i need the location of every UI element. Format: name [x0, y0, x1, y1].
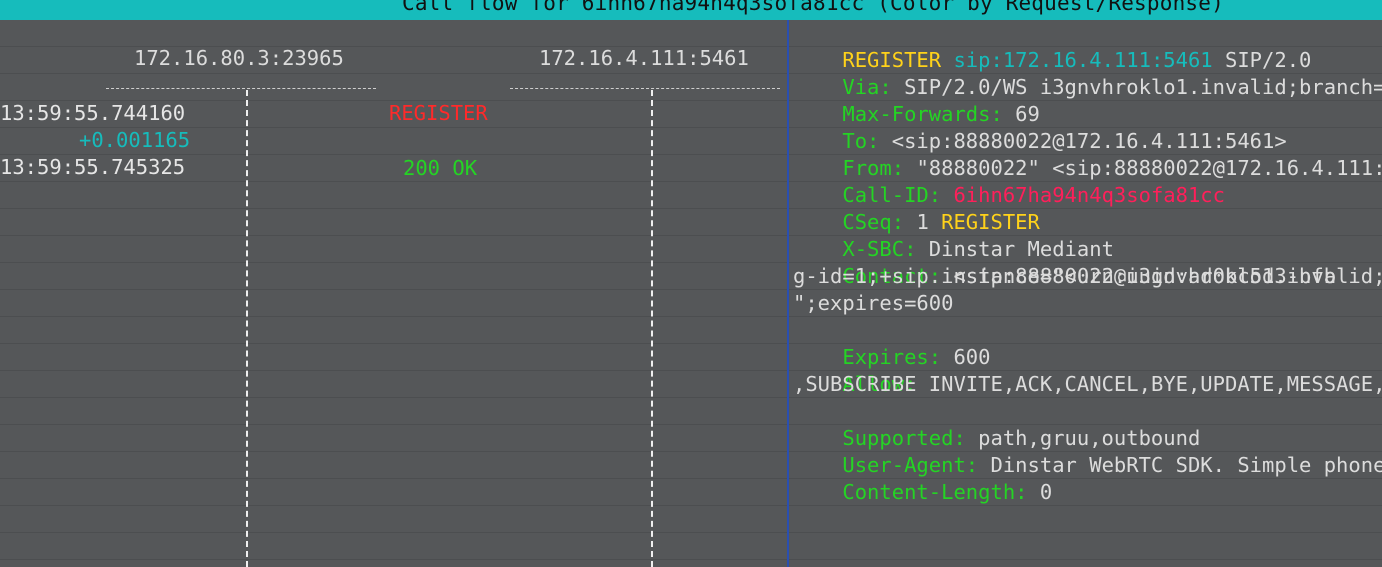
header-content-length: Content-Length: 0: [793, 452, 1052, 504]
lifeline-right: [651, 90, 653, 567]
header-contact: Contact: <sip:88880022@i3gnvhroklo1.inva…: [793, 236, 1382, 288]
message-200ok-label[interactable]: 200 OK: [403, 156, 477, 180]
header-user-agent: User-Agent: Dinstar WebRTC SDK. Simple p…: [793, 425, 1382, 477]
header-value: 0: [1039, 480, 1053, 504]
host-right-divider: [510, 88, 780, 89]
header-value: INVITE,ACK,CANCEL,BYE,UPDATE,MESSAGE,: [928, 372, 1382, 396]
pane-splitter[interactable]: [787, 20, 789, 567]
timestamp-delta: +0.001165: [79, 128, 191, 152]
header-x-sbc: X-SBC: Dinstar Mediant: [793, 209, 1114, 261]
header-cseq: CSeq: 1 REGISTER: [793, 182, 1040, 234]
host-right-label: 172.16.4.111:5461: [539, 46, 749, 70]
header-allow: Allow: INVITE,ACK,CANCEL,BYE,UPDATE,MESS…: [793, 344, 1382, 396]
header-key: Content-Length:: [842, 480, 1028, 504]
header-via: Via: SIP/2.0/WS i3gnvhroklo1.invalid;bra…: [793, 47, 1382, 99]
header-contact-cont-1: g-id=1;+sip.instance="<urn:uuid:ad0bc5d3…: [793, 264, 1337, 288]
header-from: From: "88880022" <sip:88880022@172.16.4.…: [793, 128, 1382, 180]
window-title: Call flow for 6ihn67ha94n4q3sofa81cc (Co…: [402, 0, 1224, 15]
host-left-divider: [106, 88, 376, 89]
header-expires: Expires: 600: [793, 317, 990, 369]
timestamp-2: 13:59:55.745325: [0, 155, 186, 179]
message-register-label[interactable]: REGISTER: [389, 101, 488, 125]
header-contact-cont-2: ";expires=600: [793, 291, 954, 315]
header-allow-cont-1: ,SUBSCRIBE: [793, 372, 917, 396]
header-max-forwards: Max-Forwards: 69: [793, 74, 1039, 126]
request-line: REGISTER sip:172.16.4.111:5461 SIP/2.0: [793, 20, 1311, 72]
lifeline-left: [246, 90, 248, 567]
host-left-label: 172.16.80.3:23965: [134, 46, 344, 70]
header-to: To: <sip:88880022@172.16.4.111:5461>: [793, 101, 1286, 153]
header-call-id: Call-ID: 6ihn67ha94n4q3sofa81cc: [793, 155, 1225, 207]
title-bar: Call flow for 6ihn67ha94n4q3sofa81cc (Co…: [0, 0, 1382, 20]
header-supported: Supported: path,gruu,outbound: [793, 398, 1200, 450]
timestamp-1: 13:59:55.744160: [0, 101, 186, 125]
message-detail-pane[interactable]: REGISTER sip:172.16.4.111:5461 SIP/2.0 V…: [793, 20, 1382, 567]
